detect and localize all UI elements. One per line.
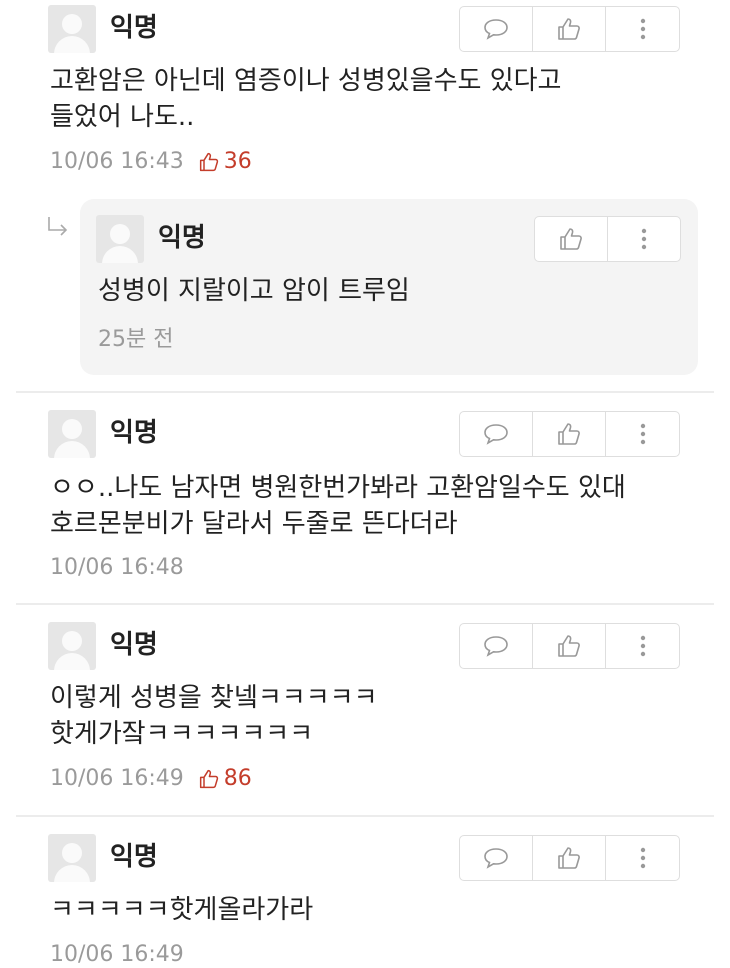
thumbs-up-icon [199,769,218,789]
comment-actions [459,835,680,881]
thumbs-up-icon [199,152,218,172]
reply-text: 성병이 지랄이고 암이 트루임 [98,276,410,306]
comment-item: 익명 고환암은 아닌데 염증이나 성병있을수도 있다고 들었어 나도.. 10/… [0,0,714,190]
more-vertical-icon [640,423,645,445]
like-button[interactable] [533,412,606,456]
like-count: 36 [198,149,252,175]
avatar [48,622,96,670]
comment-actions [459,623,680,669]
reply-button[interactable] [460,7,533,51]
thumbs-up-icon [558,423,580,445]
comment-item: 익명 ㅇㅇ..나도 남자면 병원한번가봐라 고환암일수도 있대 호르몬분비가 달… [0,405,714,595]
comment-time: 10/06 16:49 [50,766,184,791]
comment-author: 익명 [110,418,158,448]
comment-time: 10/06 16:43 [50,149,184,174]
avatar [48,834,96,882]
comment-meta: 10/06 16:49 86 [50,766,252,792]
avatar [48,5,96,53]
comment-item: 익명 이렇게 성병을 찾넼ㅋㅋㅋㅋㅋ 핫게가잨ㅋㅋㅋㅋㅋㅋㅋ 10/06 16:… [0,617,714,807]
reply-item: 익명 성병이 지랄이고 암이 트루임 25분 전 [80,199,698,375]
thumbs-up-icon [558,847,580,869]
thumbs-up-icon [558,18,580,40]
divider [16,815,714,817]
reply-author: 익명 [158,223,206,253]
like-button[interactable] [533,836,606,880]
comment-bubble-icon [484,636,508,657]
like-button[interactable] [533,624,606,668]
more-options-button[interactable] [606,624,679,668]
like-count-value: 36 [223,149,252,174]
comment-meta: 10/06 16:43 36 [50,149,252,175]
more-vertical-icon [640,847,645,869]
thumbs-up-icon [559,228,582,250]
more-options-button[interactable] [606,7,679,51]
divider [16,603,714,605]
more-vertical-icon [640,635,645,657]
comment-actions [459,6,680,52]
comment-text: 고환암은 아닌데 염증이나 성병있을수도 있다고 들었어 나도.. [50,66,562,132]
comment-bubble-icon [484,848,508,869]
more-vertical-icon [640,18,645,40]
reply-time: 25분 전 [98,327,174,352]
comment-text: ㅇㅇ..나도 남자면 병원한번가봐라 고환암일수도 있대 호르몬분비가 달라서 … [50,473,626,539]
like-count-value: 86 [223,766,252,791]
reply-arrow-icon [48,217,68,236]
comment-author: 익명 [110,842,158,872]
reply-button[interactable] [460,836,533,880]
comment-time: 10/06 16:48 [50,555,184,580]
comment-author: 익명 [110,630,158,660]
comment-actions [459,411,680,457]
more-vertical-icon [641,228,646,250]
comment-author: 익명 [110,13,158,43]
reply-button[interactable] [460,624,533,668]
comment-meta: 10/06 16:48 [50,555,184,581]
thumbs-up-icon [558,635,580,657]
more-options-button[interactable] [606,412,679,456]
like-button[interactable] [533,7,606,51]
divider [16,391,714,393]
avatar [96,215,144,263]
more-options-button[interactable] [608,217,681,261]
like-button[interactable] [535,217,608,261]
comment-meta: 10/06 16:49 [50,942,184,968]
like-count: 86 [198,766,252,792]
more-options-button[interactable] [606,836,679,880]
comment-text: ㅋㅋㅋㅋㅋ핫게올라가라 [50,895,314,925]
comment-text: 이렇게 성병을 찾넼ㅋㅋㅋㅋㅋ 핫게가잨ㅋㅋㅋㅋㅋㅋㅋ [50,683,378,749]
comment-bubble-icon [484,424,508,445]
reply-button[interactable] [460,412,533,456]
comment-time: 10/06 16:49 [50,942,184,967]
reply-actions [534,216,681,262]
comment-bubble-icon [484,19,508,40]
comment-item: 익명 ㅋㅋㅋㅋㅋ핫게올라가라 10/06 16:49 [0,829,714,967]
avatar [48,410,96,458]
